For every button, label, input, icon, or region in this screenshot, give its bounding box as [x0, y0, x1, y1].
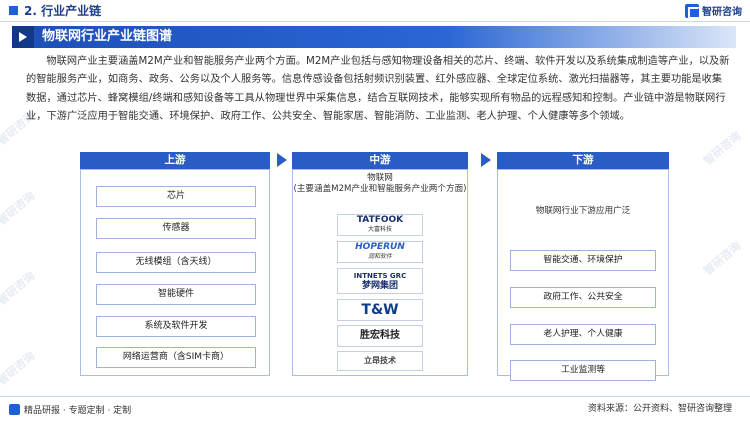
downstream-item: 工业监测等	[510, 360, 656, 381]
title-banner: 物联网行业产业链图谱	[12, 26, 736, 48]
watermark-text: 智研咨询	[0, 349, 38, 388]
midstream-header: 中游	[292, 152, 468, 169]
downstream-item: 老人护理、个人健康	[510, 324, 656, 345]
company-logo: INTNETS GRC 梦网集团	[337, 268, 423, 294]
logo-name: 胜宏科技	[360, 330, 400, 341]
upstream-body: 芯片 传感器 无线模组（含天线） 智能硬件 系统及软件开发 网络运营商（含SIM…	[80, 169, 270, 376]
footer-tagline: 精品研报 · 专题定制 · 定制	[24, 406, 132, 416]
logo-name: HOPERUN	[355, 242, 405, 252]
upstream-item: 网络运营商（含SIM卡商）	[96, 347, 256, 368]
downstream-header: 下游	[497, 152, 669, 169]
footer-logo-icon	[9, 404, 20, 415]
brand-name: 智研咨询	[702, 7, 742, 18]
company-logo: T&W	[337, 299, 423, 321]
upstream-column: 上游 芯片 传感器 无线模组（含天线） 智能硬件 系统及软件开发 网络运营商（含…	[80, 152, 270, 376]
midstream-caption-text: 物联网 (主要涵盖M2M产业和智能服务产业两个方面)	[293, 173, 467, 194]
play-arrow-icon	[12, 26, 34, 48]
upstream-item: 系统及软件开发	[96, 316, 256, 337]
logo-sub: 大富科技	[367, 226, 392, 233]
downstream-column: 下游 物联网行业下游应用广泛 智能交通、环境保护 政府工作、公共安全 老人护理、…	[497, 152, 669, 381]
brand-logo-icon	[685, 3, 700, 19]
source-note: 资料来源：公开资料、智研咨询整理	[587, 404, 732, 414]
downstream-caption: 物联网行业下游应用广泛	[535, 206, 631, 216]
top-bar: 2. 行业产业链 智研咨询	[0, 0, 750, 22]
upstream-item: 无线模组（含天线）	[96, 252, 256, 273]
upstream-item: 芯片	[96, 186, 256, 207]
midstream-column: 中游 物联网 (主要涵盖M2M产业和智能服务产业两个方面) TATFOOK 大富科…	[292, 152, 468, 376]
watermark-text: 智研咨询	[701, 239, 744, 278]
watermark-text: 智研咨询	[0, 269, 38, 308]
company-logo: TATFOOK 大富科技	[337, 214, 423, 236]
midstream-caption: 物联网 (主要涵盖M2M产业和智能服务产业两个方面)	[293, 173, 467, 195]
downstream-item: 智能交通、环境保护	[510, 250, 656, 271]
watermark-text: 智研咨询	[0, 189, 38, 228]
flow-arrow-icon	[480, 152, 492, 169]
company-logo: 立昂技术	[337, 351, 423, 371]
flow-arrow-icon	[276, 152, 288, 169]
logo-name: T&W	[361, 302, 399, 318]
brand: 智研咨询	[685, 3, 742, 19]
company-logo: 胜宏科技	[337, 325, 423, 347]
section-marker-icon	[9, 6, 18, 15]
footer-left: 精品研报 · 专题定制 · 定制	[9, 403, 131, 416]
logo-sub: 梦网集团	[361, 281, 398, 291]
downstream-item: 政府工作、公共安全	[510, 287, 656, 308]
logo-name: 立昂技术	[364, 356, 396, 365]
intro-paragraph: 物联网产业主要涵盖M2M产业和智能服务产业两个方面。M2M产业包括与感知物理设备…	[26, 56, 730, 122]
company-logo: HOPERUN 润和软件	[337, 241, 423, 263]
midstream-body: 物联网 (主要涵盖M2M产业和智能服务产业两个方面) TATFOOK 大富科技 H…	[292, 169, 468, 376]
logo-sub: 润和软件	[367, 253, 392, 260]
logo-name: INTNETS GRC	[353, 272, 407, 280]
section-title: 2. 行业产业链	[24, 4, 102, 18]
page-title: 物联网行业产业链图谱	[42, 29, 173, 44]
upstream-item: 智能硬件	[96, 284, 256, 305]
footer-divider	[0, 396, 750, 397]
logo-name: TATFOOK	[356, 215, 404, 225]
downstream-body: 物联网行业下游应用广泛 智能交通、环境保护 政府工作、公共安全 老人护理、个人健…	[497, 169, 669, 381]
watermark-text: 智研咨询	[701, 129, 744, 168]
upstream-item: 传感器	[96, 218, 256, 239]
header-divider	[0, 21, 750, 22]
upstream-header: 上游	[80, 152, 270, 169]
